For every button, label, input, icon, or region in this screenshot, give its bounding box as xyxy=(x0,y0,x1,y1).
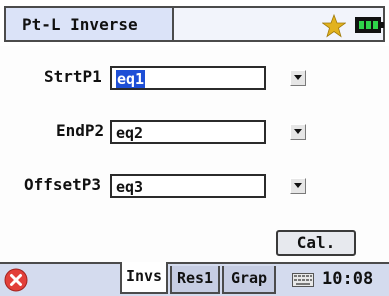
end-point-value: eq2 xyxy=(116,124,144,142)
end-point-dropdown-button[interactable] xyxy=(290,124,306,140)
page-title: Pt-L Inverse xyxy=(22,15,138,34)
dropdown-arrow-icon xyxy=(294,183,302,188)
dropdown-arrow-icon xyxy=(294,75,302,80)
start-point-value: eq1 xyxy=(116,70,146,88)
offset-point-value: eq3 xyxy=(116,178,144,196)
start-point-dropdown-button[interactable] xyxy=(290,70,306,86)
tab-res1[interactable]: Res1 xyxy=(170,266,220,294)
star-icon[interactable] xyxy=(322,14,346,38)
offset-point-dropdown-button[interactable] xyxy=(290,178,306,194)
battery-icon xyxy=(355,17,384,33)
app-screen: Pt-L Inverse StrtP1 eq1 EndP2 eq2 Offset… xyxy=(0,0,389,296)
clock: 10:08 xyxy=(322,269,374,289)
tab-invs[interactable]: Invs xyxy=(120,262,168,294)
close-icon[interactable] xyxy=(4,268,28,292)
tab-grap[interactable]: Grap xyxy=(222,266,276,294)
title-bar-status-area xyxy=(174,6,385,42)
offset-point-input[interactable]: eq3 xyxy=(110,174,266,198)
offset-point-label: OffsetP3 xyxy=(24,175,102,194)
end-point-input[interactable]: eq2 xyxy=(110,120,266,144)
start-point-input[interactable]: eq1 xyxy=(110,66,266,90)
start-point-label: StrtP1 xyxy=(44,67,102,86)
keyboard-icon[interactable] xyxy=(292,273,314,287)
bottom-bar: Invs Res1 Grap 10:08 xyxy=(0,262,389,296)
calculate-button[interactable]: Cal. xyxy=(276,230,356,256)
dropdown-arrow-icon xyxy=(294,129,302,134)
end-point-label: EndP2 xyxy=(56,121,105,140)
title-panel: Pt-L Inverse xyxy=(4,6,174,42)
title-bar: Pt-L Inverse xyxy=(0,0,389,46)
